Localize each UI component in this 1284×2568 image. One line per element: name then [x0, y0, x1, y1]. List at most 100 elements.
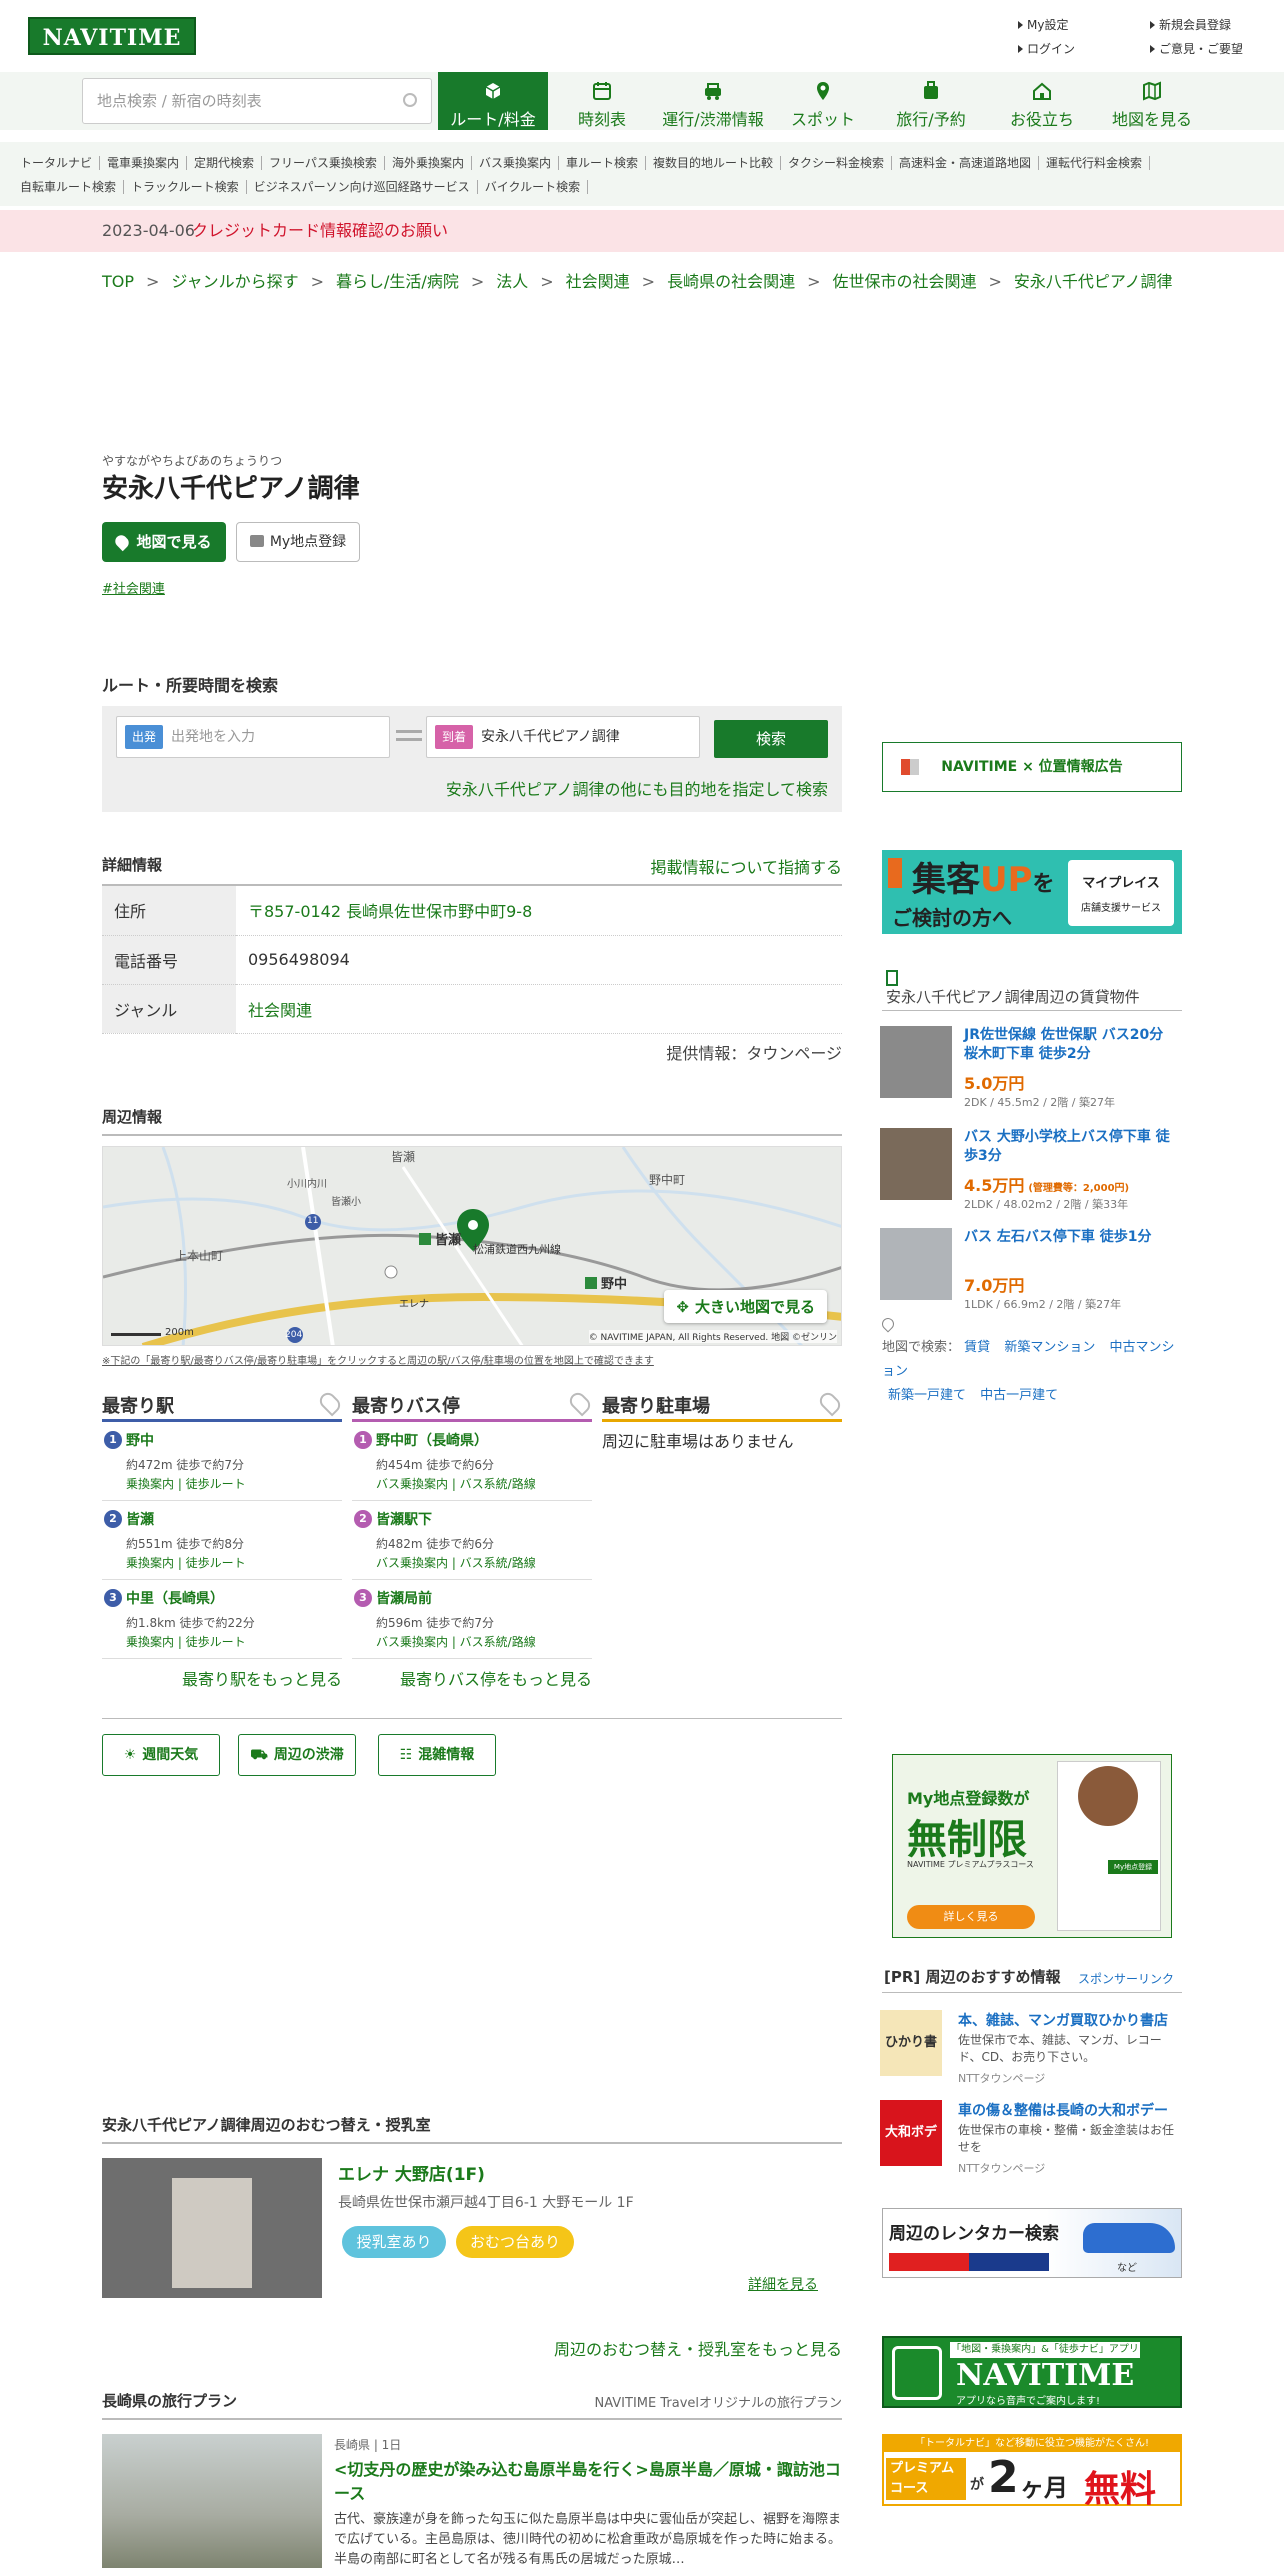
- more-busstops-link[interactable]: 最寄りバス停をもっと見る: [400, 1666, 592, 1690]
- pr-title[interactable]: 車の傷＆整備は長崎の大和ボデー: [958, 2100, 1168, 2120]
- rent-item[interactable]: JR佐世保線 佐世保駅 バス20分 桜木町下車 徒歩2分 5.0万円 2DK / 4…: [880, 1026, 1180, 1114]
- breadcrumb-item[interactable]: 法人: [496, 272, 528, 291]
- rent-title[interactable]: バス 大野小学校上バス停下車 徒歩3分: [964, 1128, 1178, 1166]
- breadcrumb-item[interactable]: TOP: [102, 272, 134, 291]
- rent-title[interactable]: JR佐世保線 佐世保駅 バス20分 桜木町下車 徒歩2分: [964, 1026, 1178, 1064]
- pr-title[interactable]: 本、雑誌、マンガ買取ひかり書店: [958, 2010, 1168, 2030]
- more-nursing-link[interactable]: 周辺のおむつ替え・授乳室をもっと見る: [554, 2336, 842, 2360]
- nav-route[interactable]: ルート/料金: [438, 72, 548, 130]
- subnav-link[interactable]: ビジネスパーソン向け巡回経路サービス: [246, 180, 478, 194]
- nav-map[interactable]: 地図を見る: [1098, 72, 1206, 130]
- item-links[interactable]: 乗換案内 | 徒歩ルート: [126, 1475, 342, 1492]
- rent-item[interactable]: バス 左石バス停下車 徒歩1分 7.0万円 1LDK / 66.9m2 / 2階 /…: [880, 1228, 1180, 1316]
- nursing-name[interactable]: エレナ 大野店(1F): [338, 2160, 485, 2185]
- item-links[interactable]: バス乗換案内 | バス系統/路線: [376, 1554, 592, 1571]
- rent-link[interactable]: 新築一戸建て: [888, 1388, 966, 1403]
- rent-title[interactable]: バス 左石バス停下車 徒歩1分: [964, 1228, 1178, 1247]
- origin-input[interactable]: 出発 出発地を入力: [116, 716, 390, 758]
- nav-traffic[interactable]: 運行/渋滞情報: [654, 72, 772, 130]
- subnav-link[interactable]: 車ルート検索: [558, 156, 646, 170]
- list-item[interactable]: 3 中里（長崎県） 約1.8km 徒歩で約22分 乗換案内 | 徒歩ルート: [102, 1580, 342, 1659]
- subnav-link[interactable]: トータルナビ: [20, 156, 101, 170]
- rent-link[interactable]: 新築マンション: [1004, 1340, 1095, 1355]
- nursing-detail-link[interactable]: 詳細を見る: [748, 2274, 818, 2294]
- myplace-banner[interactable]: 集客UPを ご検討の方へ マイプレイス 店舗支援サービス: [882, 850, 1182, 934]
- subnav-link[interactable]: タクシー料金検索: [781, 156, 893, 170]
- subnav-link[interactable]: 運転代行料金検索: [1039, 156, 1151, 170]
- rent-photo[interactable]: [880, 1128, 952, 1200]
- breadcrumb-item[interactable]: 社会関連: [566, 272, 630, 291]
- multi-destination-link[interactable]: 安永八千代ピアノ調律の他にも目的地を指定して検索: [446, 776, 828, 800]
- list-item[interactable]: 1 野中町（長崎県） 約454m 徒歩で約6分 バス乗換案内 | バス系統/路線: [352, 1422, 592, 1501]
- item-name[interactable]: 皆瀬: [126, 1509, 342, 1529]
- report-link[interactable]: 掲載情報について指摘する: [650, 854, 842, 878]
- item-name[interactable]: 野中町（長崎県）: [376, 1430, 592, 1450]
- item-links[interactable]: 乗換案内 | 徒歩ルート: [126, 1554, 342, 1571]
- congestion-button[interactable]: ☷ 混雑情報: [378, 1734, 496, 1776]
- travel-photo[interactable]: [102, 2434, 322, 2568]
- subnav-link[interactable]: バス乗換案内: [471, 156, 559, 170]
- rent-photo[interactable]: [880, 1026, 952, 1098]
- list-item[interactable]: 1 野中 約472m 徒歩で約7分 乗換案内 | 徒歩ルート: [102, 1422, 342, 1501]
- subnav-link[interactable]: 海外乗換案内: [384, 156, 472, 170]
- navitime-logo[interactable]: NAVITIME: [28, 17, 196, 55]
- list-item[interactable]: 2 皆瀬駅下 約482m 徒歩で約6分 バス乗換案内 | バス系統/路線: [352, 1501, 592, 1580]
- rental-car-banner[interactable]: 周辺のレンタカー検索 など: [882, 2208, 1182, 2278]
- list-item[interactable]: 3 皆瀬局前 約596m 徒歩で約7分 バス乗換案内 | バス系統/路線: [352, 1580, 592, 1659]
- breadcrumb-item[interactable]: 長崎県の社会関連: [667, 272, 795, 291]
- item-name[interactable]: 野中: [126, 1430, 342, 1450]
- route-search-button[interactable]: 検索: [714, 720, 828, 758]
- nav-useful[interactable]: お役立ち: [992, 72, 1092, 130]
- subnav-link[interactable]: 電車乗換案内: [100, 156, 188, 170]
- register-link[interactable]: 新規会員登録: [1150, 16, 1231, 33]
- breadcrumb-item[interactable]: ジャンルから探す: [171, 272, 298, 291]
- rent-link[interactable]: 賃貸: [964, 1340, 990, 1355]
- my-settings-link[interactable]: My設定: [1018, 16, 1068, 33]
- item-links[interactable]: 乗換案内 | 徒歩ルート: [126, 1633, 342, 1650]
- subnav-link[interactable]: 複数目的地ルート比較: [645, 156, 781, 170]
- nearby-map[interactable]: 皆瀬 野中町 上本山町 皆瀬 松浦鉄道西九州線 野中 エレナ 11 204 小川…: [102, 1146, 842, 1346]
- promo-detail-button[interactable]: 詳しく見る: [907, 1905, 1035, 1929]
- rent-photo[interactable]: [880, 1228, 952, 1300]
- list-item[interactable]: 2 皆瀬 約551m 徒歩で約8分 乗換案内 | 徒歩ルート: [102, 1501, 342, 1580]
- subnav-link[interactable]: トラックルート検索: [124, 180, 247, 194]
- item-name[interactable]: 皆瀬駅下: [376, 1509, 592, 1529]
- traffic-button[interactable]: ⛟ 周辺の渋滞: [238, 1734, 356, 1776]
- search-input[interactable]: 地点検索 / 新宿の時刻表: [82, 78, 432, 124]
- swap-icon[interactable]: [396, 730, 422, 744]
- sponsor-link[interactable]: スポンサーリンク: [1078, 1970, 1174, 1987]
- notice-bar[interactable]: 2023-04-06 クレジットカード情報確認のお願い: [0, 210, 1284, 252]
- search-icon[interactable]: [403, 93, 417, 107]
- app-banner[interactable]: 「地図・乗換案内」&「徒歩ナビ」アプリ NAVITIME アプリなら音声でご案内…: [882, 2336, 1182, 2408]
- subnav-link[interactable]: フリーパス乗換検索: [262, 156, 385, 170]
- rent-item[interactable]: バス 大野小学校上バス停下車 徒歩3分 4.5万円 (管理費等：2,000円) 2LD…: [880, 1128, 1180, 1216]
- premium-promo-banner[interactable]: My地点登録数が 無制限 NAVITIME プレミアムプラスコース 詳しく見る …: [892, 1754, 1172, 1938]
- subnav-link[interactable]: バイクルート検索: [477, 180, 589, 194]
- pr-item[interactable]: 大和ボデー 車の傷＆整備は長崎の大和ボデー 佐世保市の車検・整備・鈑金塗装はお任…: [880, 2100, 1180, 2206]
- nav-spot[interactable]: スポット: [778, 72, 868, 130]
- my-spot-button[interactable]: My地点登録: [236, 522, 360, 562]
- breadcrumb-item[interactable]: 暮らし/生活/病院: [336, 272, 459, 291]
- more-stations-link[interactable]: 最寄り駅をもっと見る: [182, 1666, 342, 1690]
- view-map-button[interactable]: 地図で見る: [102, 522, 226, 562]
- destination-input[interactable]: 到着 安永八千代ピアノ調律: [426, 716, 700, 758]
- subnav-link[interactable]: 定期代検索: [187, 156, 263, 170]
- nav-timetable[interactable]: 時刻表: [556, 72, 648, 130]
- login-link[interactable]: ログイン: [1018, 40, 1075, 57]
- pr-item[interactable]: ひかり書店 本、雑誌、マンガ買取ひかり書店 佐世保市で本、雑誌、マンガ、レコード…: [880, 2010, 1180, 2116]
- notice-text[interactable]: クレジットカード情報確認のお願い: [192, 210, 448, 252]
- item-links[interactable]: バス乗換案内 | バス系統/路線: [376, 1475, 592, 1492]
- genre-tag[interactable]: #社会関連: [102, 578, 165, 597]
- item-name[interactable]: 中里（長崎県）: [126, 1588, 342, 1608]
- feedback-link[interactable]: ご意見・ご要望: [1150, 40, 1243, 57]
- travel-title[interactable]: <切支丹の歴史が染み込む島原半島を行く>島原半島／原城・諏訪池コース: [334, 2458, 842, 2506]
- breadcrumb-item[interactable]: 安永八千代ピアノ調律: [1014, 272, 1173, 291]
- premium-banner[interactable]: 「トータルナビ」など移動に役立つ機能がたくさん! プレミアム コース が 2 ヶ月…: [882, 2434, 1182, 2510]
- item-name[interactable]: 皆瀬局前: [376, 1588, 592, 1608]
- nursing-photo[interactable]: [102, 2158, 322, 2298]
- breadcrumb-item[interactable]: 佐世保市の社会関連: [833, 272, 977, 291]
- address-value[interactable]: 〒857-0142 長崎県佐世保市野中町9-8: [236, 886, 842, 936]
- subnav-link[interactable]: 高速料金・高速道路地図: [892, 156, 1040, 170]
- rent-link[interactable]: 中古一戸建て: [980, 1388, 1058, 1403]
- item-links[interactable]: バス乗換案内 | バス系統/路線: [376, 1633, 592, 1650]
